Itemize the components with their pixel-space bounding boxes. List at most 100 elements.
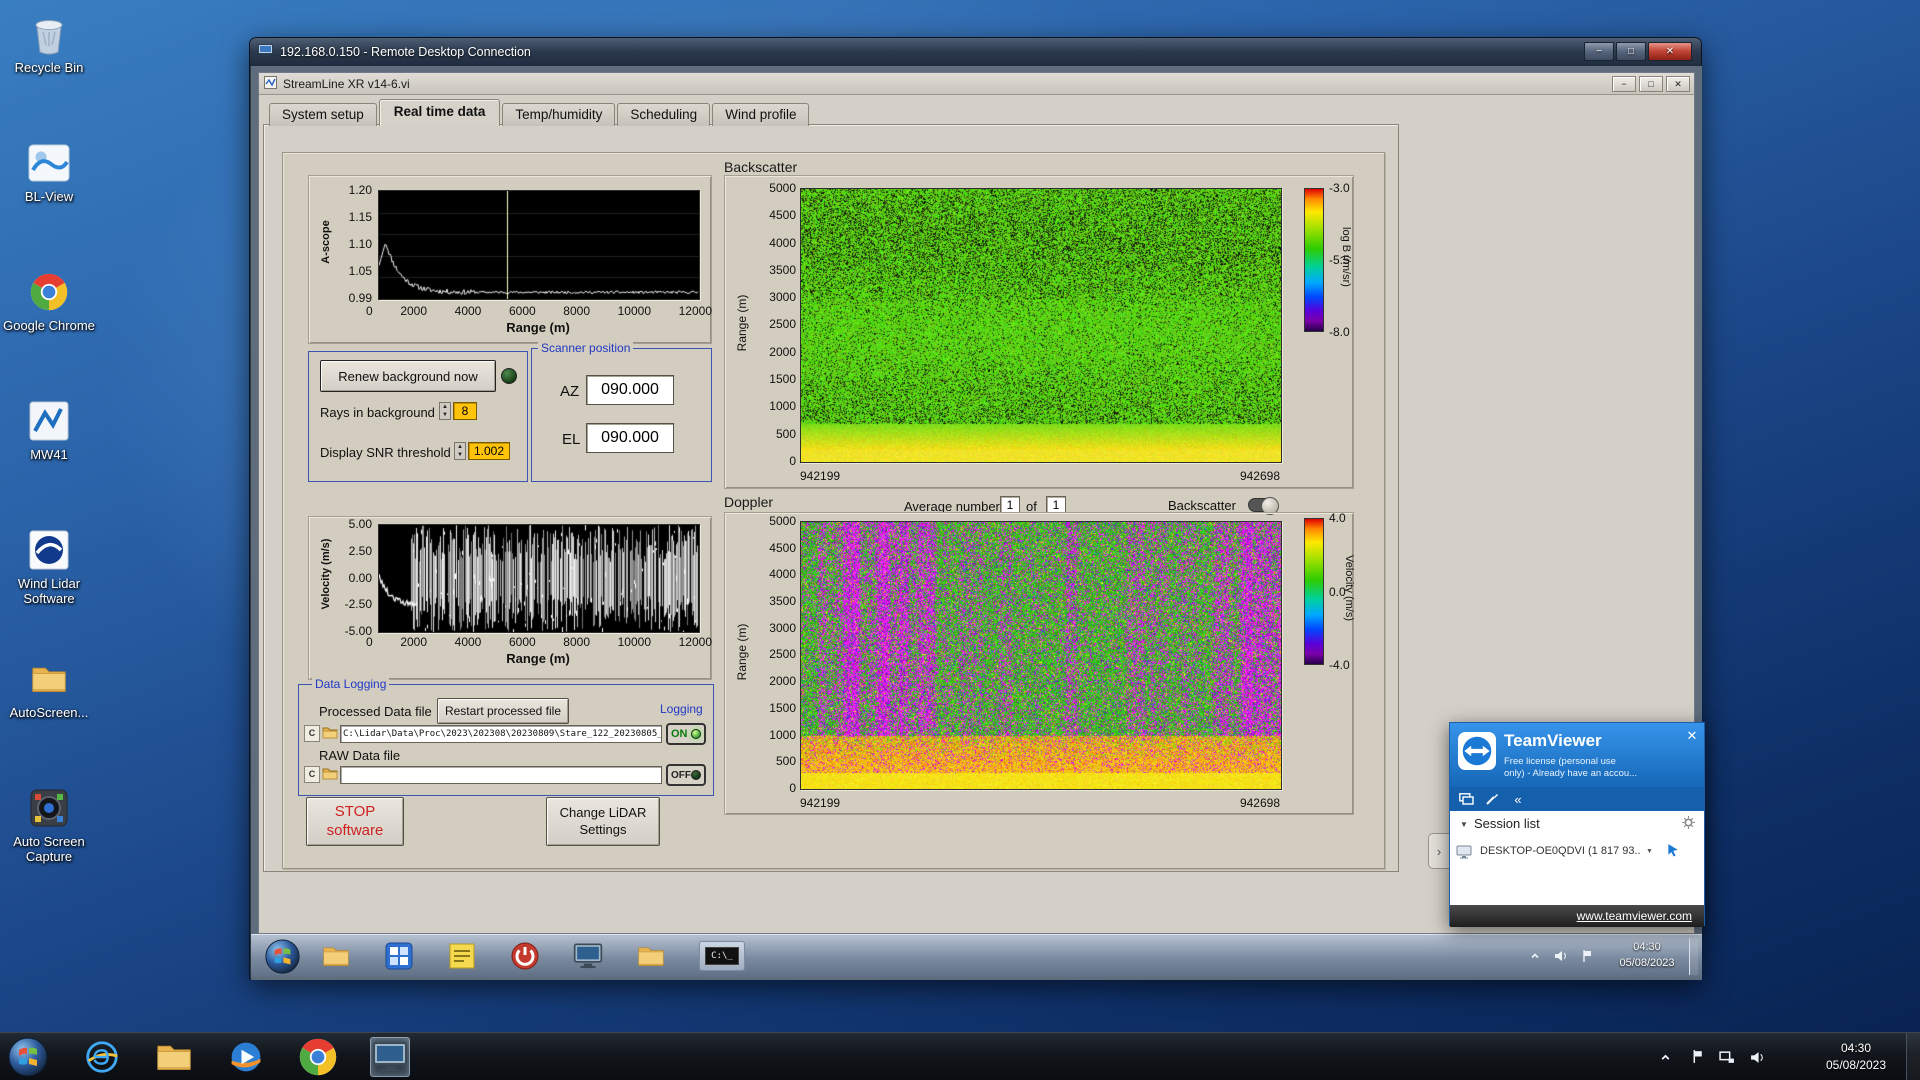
teamviewer-brush-icon[interactable] — [1484, 791, 1500, 807]
tick-label: 10000 — [617, 635, 651, 649]
rays-spinner[interactable]: ▲ ▼ — [439, 402, 451, 420]
rdp-close-button[interactable]: ✕ — [1648, 42, 1692, 61]
vi-file-icon — [264, 75, 277, 92]
processed-drive-icon[interactable]: C — [304, 725, 320, 742]
processed-browse-folder-icon[interactable] — [322, 725, 338, 746]
rays-value-field[interactable]: 8 — [453, 402, 477, 420]
stop-software-button[interactable]: STOP software — [306, 797, 404, 846]
restart-processed-file-button[interactable]: Restart processed file — [437, 698, 569, 724]
autoscreen-icon — [25, 655, 73, 703]
session-item-dropdown-icon[interactable]: ▼ — [1646, 848, 1653, 855]
notes-app-icon[interactable] — [447, 941, 477, 971]
teamviewer-title: TeamViewer — [1504, 731, 1602, 750]
remote-clock[interactable]: 04:30 05/08/2023 — [1603, 940, 1691, 972]
raw-path-field[interactable] — [340, 766, 662, 784]
teamviewer-subtitle-line2: only) - Already have an accou... — [1504, 768, 1638, 779]
power-app-icon[interactable] — [510, 941, 540, 971]
ascope-y-axis-label: A-scope — [320, 220, 332, 264]
media-player-icon[interactable] — [226, 1037, 266, 1077]
processed-path-field[interactable]: C:\Lidar\Data\Proc\2023\202308\20230809\… — [340, 725, 662, 743]
network-icon[interactable] — [1718, 1048, 1736, 1066]
command-prompt-icon[interactable]: C:\_ — [699, 941, 745, 971]
teamviewer-monitors-icon[interactable] — [1458, 791, 1474, 807]
action-center-icon[interactable] — [1688, 1047, 1706, 1065]
session-item[interactable]: DESKTOP-OE0QDVI (1 817 93... ▼ — [1454, 841, 1702, 865]
app-titlebar[interactable]: StreamLine XR v14-6.vi − □ ✕ — [259, 73, 1694, 95]
on-led-icon — [691, 729, 701, 739]
desktop-icon-auto-screen-capture[interactable]: Auto Screen Capture — [2, 784, 96, 864]
tick-label: 12000 — [678, 635, 712, 649]
show-desktop-button[interactable] — [1906, 1033, 1920, 1080]
session-connect-pointer-icon[interactable] — [1666, 843, 1680, 862]
ascope-x-axis-title: Range (m) — [506, 320, 570, 335]
tray-expand-icon[interactable] — [1656, 1048, 1674, 1066]
change-lidar-settings-button[interactable]: Change LiDAR Settings — [546, 797, 660, 846]
explorer-icon[interactable] — [321, 941, 351, 971]
taskbar-clock[interactable]: 04:30 05/08/2023 — [1806, 1040, 1906, 1074]
rdp-minimize-button[interactable]: − — [1584, 42, 1614, 61]
teamviewer-close-icon[interactable]: ✕ — [1684, 728, 1700, 744]
desktop-icon-label: BL-View — [24, 189, 74, 204]
real-time-data-panel: A-scope 1.20 1.15 1.10 1.05 0.99 0 2000 4000 60… — [282, 152, 1385, 869]
remote-tray-expand-icon[interactable] — [1527, 948, 1543, 964]
snr-value-field[interactable]: 1.002 — [468, 442, 510, 460]
backscatter-toggle[interactable] — [1248, 497, 1279, 515]
renew-background-button[interactable]: Renew background now — [320, 360, 496, 392]
explorer-icon[interactable] — [154, 1037, 194, 1077]
remote-volume-icon[interactable] — [1553, 948, 1569, 964]
desktop-icon-label: Auto Screen Capture — [13, 834, 85, 864]
raw-drive-icon[interactable]: C — [304, 766, 320, 783]
session-settings-gear-icon[interactable] — [1682, 816, 1695, 834]
tick-label: 1500 — [769, 700, 796, 715]
desktop-icon-wind-lidar-software[interactable]: Wind Lidar Software — [2, 526, 96, 606]
tick-label: 0 — [366, 304, 373, 318]
tab-wind-profile[interactable]: Wind profile — [712, 103, 810, 126]
teamviewer-body: ▼ Session list DESKTOP-OE0QDVI (1 817 93… — [1450, 811, 1704, 905]
rdp-computer-icon — [258, 44, 273, 60]
app-maximize-button[interactable]: □ — [1639, 76, 1663, 92]
app-close-button[interactable]: ✕ — [1666, 76, 1690, 92]
tick-label: 2.50 — [348, 543, 372, 558]
desktop-icon-bl-view[interactable]: BL-View — [2, 139, 96, 205]
remote-action-center-icon[interactable] — [1579, 948, 1595, 964]
wind-lidar-software-icon — [25, 526, 73, 574]
desktop-icon-mw41[interactable]: MW41 — [2, 397, 96, 463]
remote-show-desktop-button[interactable] — [1689, 938, 1698, 975]
teamviewer-collapse-tab[interactable]: › — [1428, 833, 1449, 869]
tab-system-setup[interactable]: System setup — [269, 103, 377, 126]
snr-spinner[interactable]: ▲ ▼ — [454, 442, 466, 460]
session-list-row[interactable]: ▼ Session list — [1450, 815, 1704, 839]
teamviewer-link[interactable]: www.teamviewer.com — [1577, 905, 1704, 927]
capture-app-icon[interactable] — [573, 941, 603, 971]
desktop-icon-autoscreen[interactable]: AutoScreen... — [2, 655, 96, 721]
processed-logging-toggle[interactable]: ON — [666, 723, 706, 745]
grid-app-icon[interactable] — [384, 941, 414, 971]
rdp-restore-button[interactable]: □ — [1616, 42, 1646, 61]
tab-temp-humidity[interactable]: Temp/humidity — [502, 103, 616, 126]
tab-scheduling[interactable]: Scheduling — [617, 103, 711, 126]
volume-icon[interactable] — [1748, 1048, 1766, 1066]
desktop-icon-google-chrome[interactable]: Google Chrome — [2, 268, 96, 334]
start-orb[interactable] — [8, 1037, 48, 1077]
chrome-icon[interactable] — [298, 1037, 338, 1077]
desktop-icon-recycle-bin[interactable]: Recycle Bin — [2, 10, 96, 76]
remote-time: 04:30 — [1633, 941, 1661, 953]
az-input[interactable]: 090.000 — [586, 375, 674, 405]
raw-logging-toggle[interactable]: OFF — [666, 764, 706, 786]
rdp-titlebar[interactable]: 192.168.0.150 - Remote Desktop Connectio… — [250, 38, 1701, 66]
tick-label: -2.50 — [344, 597, 372, 612]
internet-explorer-icon[interactable] — [82, 1037, 122, 1077]
remote-start-orb[interactable] — [265, 939, 300, 974]
el-input[interactable]: 090.000 — [586, 423, 674, 453]
backscatter-x-end: 942698 — [1239, 469, 1280, 483]
remote-desktop-icon[interactable] — [370, 1037, 410, 1077]
tab-real-time-data[interactable]: Real time data — [378, 99, 501, 126]
tick-label: 3000 — [769, 620, 796, 635]
raw-browse-folder-icon[interactable] — [322, 766, 338, 787]
tick-label: 3500 — [769, 594, 796, 609]
teamviewer-logo-icon — [1458, 732, 1496, 770]
folder-icon[interactable] — [636, 941, 666, 971]
app-minimize-button[interactable]: − — [1612, 76, 1636, 92]
session-list-expand-icon[interactable]: ▼ — [1460, 820, 1468, 829]
teamviewer-collapse-left-icon[interactable]: « — [1510, 791, 1526, 807]
